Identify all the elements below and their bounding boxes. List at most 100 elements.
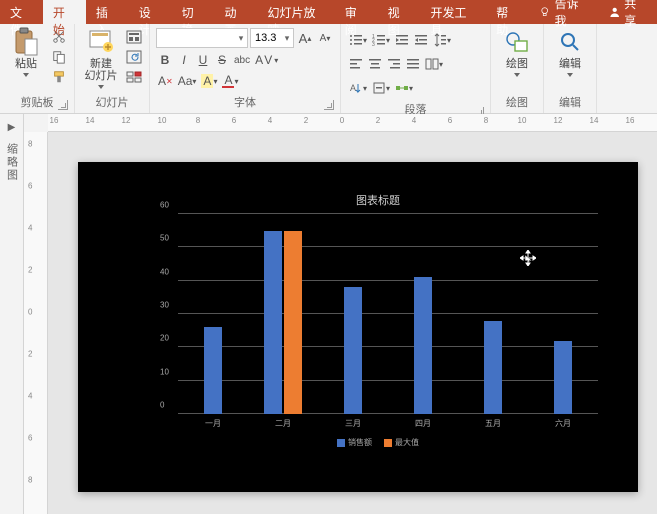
ruler-tick: 0 [340, 116, 344, 125]
share-button[interactable]: 共享 [599, 0, 657, 24]
align-justify-button[interactable] [404, 55, 422, 73]
new-slide-button[interactable]: 新建 幻灯片 [81, 28, 121, 89]
align-left-button[interactable] [347, 55, 365, 73]
reset-button[interactable] [125, 48, 143, 66]
ribbon: 粘贴 剪贴板 新建 幻灯片 [0, 24, 657, 114]
italic-icon: I [182, 53, 185, 67]
chart-x-axis: 一月二月三月四月五月六月 [178, 414, 598, 429]
char-spacing-button[interactable]: AV▾ [253, 51, 280, 69]
align-center-button[interactable] [366, 55, 384, 73]
chevron-down-icon [514, 73, 520, 77]
text-shadow-button[interactable]: abc [232, 51, 252, 69]
new-slide-icon [87, 28, 115, 56]
indent-decrease-button[interactable] [393, 31, 411, 49]
chart-y-tick: 50 [160, 234, 169, 243]
chevron-down-icon[interactable]: ▾ [281, 33, 293, 44]
chart-legend-item: 销售额 [337, 437, 372, 448]
change-case-button[interactable]: Aa▾ [176, 72, 199, 90]
scissors-icon [52, 30, 66, 44]
tab-transition[interactable]: 切换 [172, 0, 215, 24]
new-slide-label: 新建 幻灯片 [85, 58, 118, 82]
ruler-tick: 8 [196, 116, 200, 125]
tab-review[interactable]: 审阅 [335, 0, 378, 24]
ruler-tick: 6 [28, 182, 32, 191]
highlight-button[interactable]: A▾ [199, 72, 219, 90]
shadow-icon: abc [234, 55, 250, 66]
columns-button[interactable]: ▾ [423, 55, 445, 73]
smartart-icon [395, 81, 409, 95]
slide[interactable]: 图表标题 0102030405060 一月二月三月四月五月六月 销售额最大值 [78, 162, 638, 492]
italic-button[interactable]: I [175, 51, 193, 69]
case-icon: Aa [178, 74, 193, 88]
strikethrough-button[interactable]: S [213, 51, 231, 69]
tab-animation[interactable]: 动画 [215, 0, 258, 24]
horizontal-ruler[interactable]: 1614121086420246810121416 [48, 114, 657, 132]
chart-bar [344, 287, 362, 414]
tell-me[interactable]: 告诉我 [529, 0, 599, 24]
font-name-input[interactable] [157, 32, 235, 44]
ruler-tick: 6 [448, 116, 452, 125]
editing-button[interactable]: 编辑 [550, 28, 590, 77]
clear-format-button[interactable]: A✕ [156, 72, 175, 90]
ruler-tick: 4 [28, 392, 32, 401]
tab-slideshow[interactable]: 幻灯片放映 [257, 0, 334, 24]
tab-file[interactable]: 文件 [0, 0, 43, 24]
format-painter-button[interactable] [50, 68, 68, 86]
align-text-button[interactable]: ▾ [370, 79, 392, 97]
group-paragraph: ▾ 123▾ ▾ ▾ A▾ ▾ ▾ 段落 [341, 24, 491, 113]
drawing-button[interactable]: 绘图 [497, 28, 537, 77]
group-drawing-label: 绘图 [506, 97, 528, 109]
font-color-button[interactable]: A▾ [220, 72, 240, 90]
bullets-button[interactable]: ▾ [347, 31, 369, 49]
tab-home[interactable]: 开始 [43, 0, 86, 24]
font-color-icon: A [222, 74, 234, 88]
vertical-ruler[interactable]: 864202468 [24, 132, 48, 514]
tab-help[interactable]: 帮助 [486, 0, 529, 24]
textdir-icon: A [349, 81, 363, 95]
ruler-tick: 6 [232, 116, 236, 125]
ruler-tick: 0 [28, 308, 32, 317]
font-launcher[interactable] [324, 100, 334, 110]
ruler-tick: 12 [554, 116, 563, 125]
tab-design[interactable]: 设计 [129, 0, 172, 24]
ruler-tick: 14 [590, 116, 599, 125]
chart-x-tick: 三月 [318, 414, 388, 429]
underline-button[interactable]: U [194, 51, 212, 69]
line-spacing-button[interactable]: ▾ [431, 31, 453, 49]
layout-button[interactable] [125, 28, 143, 46]
section-button[interactable] [125, 68, 143, 86]
font-size-input[interactable] [251, 32, 281, 44]
ruler-tick: 16 [50, 116, 59, 125]
chart-object[interactable]: 图表标题 0102030405060 一月二月三月四月五月六月 销售额最大值 [158, 192, 598, 452]
text-direction-button[interactable]: A▾ [347, 79, 369, 97]
chart-legend-item: 最大值 [384, 437, 419, 448]
slide-canvas[interactable]: 图表标题 0102030405060 一月二月三月四月五月六月 销售额最大值 [48, 132, 657, 514]
align-right-button[interactable] [385, 55, 403, 73]
ruler-tick: 6 [28, 434, 32, 443]
tab-view[interactable]: 视图 [378, 0, 421, 24]
ruler-tick: 2 [28, 266, 32, 275]
chart-bar [284, 231, 302, 414]
indent-icon [414, 33, 428, 47]
clipboard-launcher[interactable] [58, 100, 68, 110]
chart-y-tick: 0 [160, 401, 164, 410]
chart-legend: 销售额 最大值 [158, 437, 598, 448]
ruler-tick: 2 [304, 116, 308, 125]
indent-increase-button[interactable] [412, 31, 430, 49]
copy-button[interactable] [50, 48, 68, 66]
bold-button[interactable]: B [156, 51, 174, 69]
font-size-combo[interactable]: ▾ [250, 28, 294, 48]
tab-developer[interactable]: 开发工具 [421, 0, 487, 24]
paste-button[interactable]: 粘贴 [6, 28, 46, 77]
expand-thumbnails-button[interactable]: ▶ [8, 122, 16, 133]
cut-button[interactable] [50, 28, 68, 46]
editing-label: 编辑 [559, 58, 581, 70]
grow-font-button[interactable]: A▴ [296, 29, 314, 47]
shrink-font-button[interactable]: A▾ [316, 29, 334, 47]
tab-insert[interactable]: 插入 [86, 0, 129, 24]
smartart-button[interactable]: ▾ [393, 79, 415, 97]
numbering-button[interactable]: 123▾ [370, 31, 392, 49]
group-clipboard: 粘贴 剪贴板 [0, 24, 75, 113]
font-name-combo[interactable]: ▾ [156, 28, 248, 48]
chevron-down-icon[interactable]: ▾ [235, 33, 247, 44]
